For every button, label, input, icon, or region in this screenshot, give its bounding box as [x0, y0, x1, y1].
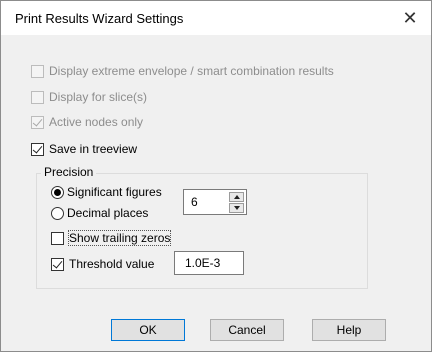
title-bar: Print Results Wizard Settings ✕: [1, 1, 431, 35]
dialog-title: Print Results Wizard Settings: [15, 11, 184, 26]
display-slices-label: Display for slice(s): [49, 90, 148, 104]
ok-button[interactable]: OK: [111, 319, 185, 341]
checkbox-box[interactable]: [31, 64, 44, 78]
spin-down-button[interactable]: [229, 203, 244, 213]
arrow-down-icon: [233, 206, 240, 210]
close-icon[interactable]: ✕: [399, 7, 421, 29]
show-trailing-zeros-checkbox[interactable]: Show trailing zeros: [51, 230, 172, 246]
decimal-places-label: Decimal places: [67, 206, 149, 220]
radio-dot[interactable]: [51, 206, 64, 220]
print-results-wizard-dialog: Print Results Wizard Settings ✕ Display …: [0, 0, 432, 352]
cancel-button[interactable]: Cancel: [210, 319, 284, 341]
threshold-label: Threshold value: [69, 257, 155, 271]
decimal-places-radio[interactable]: Decimal places: [51, 206, 148, 220]
checkbox-box[interactable]: [31, 142, 44, 156]
display-extreme-label: Display extreme envelope / smart combina…: [49, 64, 334, 78]
precision-spinner[interactable]: 6: [183, 189, 247, 215]
display-slices-checkbox[interactable]: Display for slice(s): [31, 90, 147, 104]
checkbox-box[interactable]: [31, 90, 44, 104]
active-nodes-label: Active nodes only: [49, 115, 144, 129]
display-extreme-checkbox[interactable]: Display extreme envelope / smart combina…: [31, 64, 334, 78]
checkbox-box[interactable]: [51, 231, 64, 245]
radio-dot[interactable]: [51, 185, 64, 199]
spin-up-button[interactable]: [229, 192, 244, 202]
threshold-input[interactable]: 1.0E-3: [174, 251, 244, 275]
checkbox-box[interactable]: [51, 257, 64, 271]
help-button[interactable]: Help: [312, 319, 386, 341]
checkbox-box[interactable]: [31, 115, 44, 129]
arrow-up-icon: [233, 195, 240, 199]
active-nodes-checkbox[interactable]: Active nodes only: [31, 115, 143, 129]
significant-figures-radio[interactable]: Significant figures: [51, 185, 162, 199]
show-trailing-zeros-label: Show trailing zeros: [67, 230, 172, 246]
precision-group-title: Precision: [41, 165, 97, 179]
significant-figures-label: Significant figures: [67, 185, 162, 199]
save-treeview-label: Save in treeview: [49, 142, 138, 156]
threshold-checkbox[interactable]: Threshold value: [51, 257, 154, 271]
precision-value[interactable]: 6: [191, 195, 198, 209]
save-treeview-checkbox[interactable]: Save in treeview: [31, 142, 137, 156]
